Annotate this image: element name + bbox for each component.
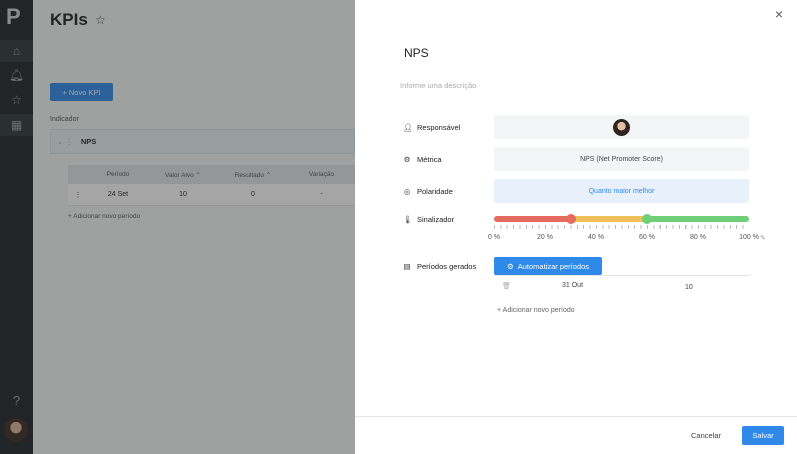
slider-tick-label: 100 % <box>739 234 759 241</box>
add-period-button[interactable]: + Adicionar novo período <box>497 307 575 314</box>
metrica-select[interactable]: NPS (Net Promoter Score) <box>494 147 749 171</box>
slider-tick-label: 20 % <box>537 234 553 241</box>
modal-backdrop[interactable] <box>0 0 355 454</box>
slider-tick-label: 80 % <box>690 234 706 241</box>
slider-track[interactable] <box>494 216 749 222</box>
description-input[interactable]: Informe uma descrição <box>400 81 476 90</box>
kpi-detail-panel: × NPS Informe uma descrição 👤︎ Responsáve… <box>355 0 797 454</box>
close-icon[interactable]: × <box>775 6 783 22</box>
kpi-title[interactable]: NPS <box>404 46 429 60</box>
thermometer-icon: 🌡︎ <box>403 215 413 224</box>
polaridade-select[interactable]: Quanto maior melhor <box>494 179 749 203</box>
cogs-icon: ⚙ <box>506 261 514 271</box>
field-periodos: ▤ Períodos gerados ⚙ Automatizar períodos <box>403 257 753 275</box>
compass-icon: ◎ <box>403 186 411 196</box>
threshold-slider[interactable]: 0 % 20 % 40 % 60 % 80 % 100 % <box>488 213 759 245</box>
sinalizador-label: Sinalizador <box>417 215 455 224</box>
periods-divider <box>494 275 750 276</box>
edit-pencil-icon[interactable]: ✎ <box>760 234 766 242</box>
footer-divider <box>355 416 797 417</box>
slider-tick-label: 60 % <box>639 234 655 241</box>
responsavel-label: Responsável <box>417 122 461 132</box>
responsavel-avatar <box>613 118 630 136</box>
period-value[interactable]: 10 <box>685 284 693 291</box>
field-responsavel: 👤︎ Responsável <box>403 115 753 139</box>
period-row[interactable]: 🗑︎ 31 Out 10 <box>494 280 750 296</box>
periodos-label: Períodos gerados <box>417 261 477 271</box>
slider-tick-label: 0 % <box>487 234 501 241</box>
polaridade-label: Polaridade <box>417 186 453 196</box>
slider-thumb-1[interactable] <box>565 214 576 224</box>
field-metrica: ⚙︎ Métrica NPS (Net Promoter Score) <box>403 147 753 171</box>
sliders-icon: ⚙︎ <box>403 154 411 164</box>
save-button[interactable]: Salvar <box>742 426 784 445</box>
calendar-icon: ▤ <box>403 261 411 271</box>
period-date[interactable]: 31 Out <box>562 282 583 289</box>
slider-ticks <box>494 225 749 229</box>
person-icon: 👤︎ <box>403 122 413 132</box>
automate-periods-button[interactable]: ⚙ Automatizar períodos <box>494 257 602 275</box>
responsavel-select[interactable] <box>494 115 749 139</box>
field-polaridade: ◎ Polaridade Quanto maior melhor <box>403 179 753 203</box>
metrica-label: Métrica <box>417 154 442 164</box>
cancel-button[interactable]: Cancelar <box>691 431 721 440</box>
slider-tick-label: 40 % <box>588 234 604 241</box>
slider-thumb-2[interactable] <box>642 214 652 224</box>
trash-icon[interactable]: 🗑︎ <box>502 282 511 290</box>
